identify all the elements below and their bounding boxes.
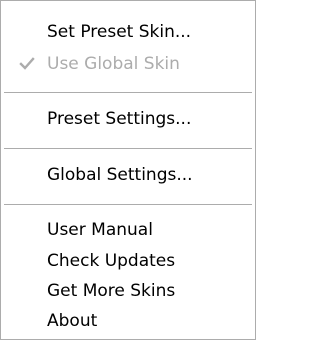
context-menu: Set Preset Skin... Use Global Skin Prese…	[0, 0, 256, 340]
menu-item-preset-settings[interactable]: Preset Settings...	[1, 104, 255, 134]
menu-item-about[interactable]: About	[1, 306, 255, 336]
menu-item-check-updates[interactable]: Check Updates	[1, 246, 255, 276]
menu-separator	[4, 204, 252, 205]
menu-item-label: Global Settings...	[47, 165, 193, 185]
menu-item-label: Check Updates	[47, 251, 176, 271]
menu-separator	[4, 92, 252, 93]
menu-item-label: Get More Skins	[47, 281, 176, 301]
menu-item-label: Use Global Skin	[47, 54, 180, 74]
menu-item-global-settings[interactable]: Global Settings...	[1, 160, 255, 190]
menu-item-label: User Manual	[47, 220, 153, 240]
menu-separator	[4, 148, 252, 149]
menu-item-label: About	[47, 311, 98, 331]
menu-item-set-preset-skin[interactable]: Set Preset Skin...	[1, 17, 255, 47]
menu-item-label: Set Preset Skin...	[47, 22, 192, 42]
menu-item-label: Preset Settings...	[47, 109, 192, 129]
menu-item-use-global-skin[interactable]: Use Global Skin	[1, 49, 255, 79]
checkmark-icon	[19, 57, 35, 70]
menu-item-user-manual[interactable]: User Manual	[1, 215, 255, 245]
menu-item-get-more-skins[interactable]: Get More Skins	[1, 276, 255, 306]
